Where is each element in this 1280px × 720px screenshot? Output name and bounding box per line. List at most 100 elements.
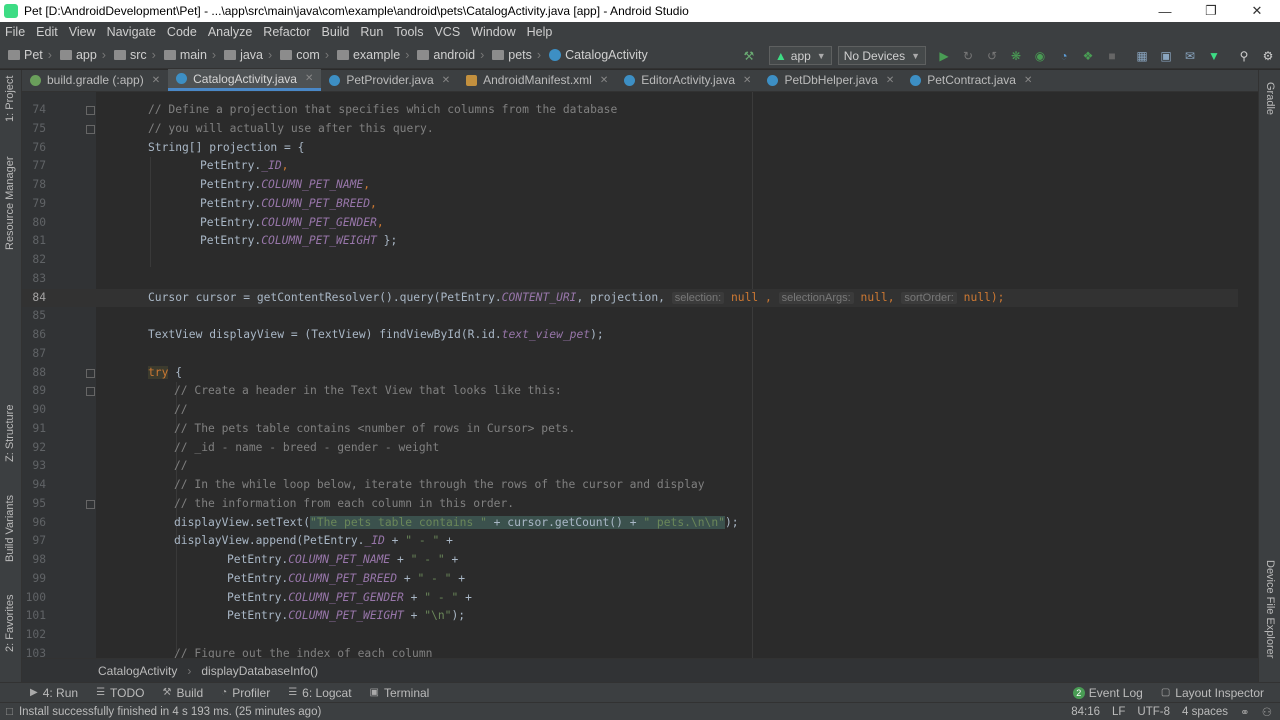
fold-marker-icon[interactable] bbox=[86, 499, 95, 509]
tool-resource-manager[interactable]: Resource Manager bbox=[4, 156, 16, 250]
tool-gradle[interactable]: Gradle bbox=[1264, 82, 1276, 115]
debug-bug-icon[interactable]: ❋ bbox=[1008, 48, 1024, 64]
tab-petcontract[interactable]: PetContract.java ✕ bbox=[902, 69, 1040, 91]
search-icon[interactable]: ⚲ bbox=[1236, 48, 1252, 64]
stop-icon[interactable]: ■ bbox=[1104, 48, 1120, 64]
close-window-button[interactable]: ✕ bbox=[1234, 3, 1280, 19]
breadcrumb-example[interactable]: example › bbox=[329, 48, 409, 62]
close-icon[interactable]: ✕ bbox=[1024, 75, 1032, 86]
breadcrumb-pet[interactable]: Pet › bbox=[0, 48, 52, 62]
close-icon[interactable]: ✕ bbox=[600, 75, 608, 86]
tool-todo[interactable]: ☰ TODO bbox=[96, 686, 144, 700]
settings-gear-icon[interactable]: ⚙ bbox=[1260, 48, 1276, 64]
menu-window[interactable]: Window bbox=[466, 25, 521, 39]
menu-navigate[interactable]: Navigate bbox=[102, 25, 162, 39]
code-line: 79 PetEntry.COLUMN_PET_BREED, bbox=[32, 196, 377, 210]
tab-catalogactivity[interactable]: CatalogActivity.java ✕ bbox=[168, 69, 322, 91]
run-config-select[interactable]: ▲ app ▼ bbox=[768, 46, 832, 65]
tab-petdbhelper[interactable]: PetDbHelper.java ✕ bbox=[759, 69, 902, 91]
code-breadcrumb-method[interactable]: displayDatabaseInfo() bbox=[201, 664, 318, 678]
menu-view[interactable]: View bbox=[64, 25, 102, 39]
status-message[interactable]: Install successfully finished in 4 s 193… bbox=[19, 706, 321, 718]
tool-build[interactable]: ⚒ Build bbox=[162, 686, 203, 700]
close-icon[interactable]: ✕ bbox=[743, 75, 751, 86]
breadcrumb-catalogactivity[interactable]: CatalogActivity bbox=[541, 48, 648, 62]
tool-structure[interactable]: Z: Structure bbox=[4, 405, 16, 462]
param-hint-selectionargs: selectionArgs: bbox=[778, 291, 854, 304]
maximize-button[interactable]: ❐ bbox=[1188, 3, 1234, 19]
indent-setting[interactable]: 4 spaces bbox=[1182, 706, 1228, 718]
tool-run[interactable]: ▶ 4: Run bbox=[30, 686, 78, 700]
menu-run[interactable]: Run bbox=[355, 25, 389, 39]
event-log-badge: 2 bbox=[1072, 686, 1085, 699]
tool-window-bar: ▶ 4: Run ☰ TODO ⚒ Build ◔ Profiler ☰ 6: Logca… bbox=[0, 682, 1280, 702]
make-project-hammer-icon[interactable]: ⚒ bbox=[741, 48, 757, 64]
attach-debugger-icon[interactable]: ❖ bbox=[1080, 48, 1096, 64]
menu-code[interactable]: Code bbox=[162, 25, 203, 39]
tool-event-log[interactable]: 2 Event Log bbox=[1072, 686, 1143, 700]
menu-edit[interactable]: Edit bbox=[31, 25, 64, 39]
tab-petprovider[interactable]: PetProvider.java ✕ bbox=[321, 69, 458, 91]
line-separator[interactable]: LF bbox=[1112, 706, 1125, 718]
layout-inspector-icon: ▢ bbox=[1160, 687, 1171, 698]
minimize-button[interactable]: — bbox=[1142, 4, 1188, 19]
tool-device-file-explorer[interactable]: Device File Explorer bbox=[1264, 560, 1276, 658]
close-icon[interactable]: ✕ bbox=[442, 75, 450, 86]
breadcrumb-main[interactable]: main › bbox=[156, 48, 216, 62]
file-encoding[interactable]: UTF-8 bbox=[1137, 706, 1170, 718]
tab-editoractivity[interactable]: EditorActivity.java ✕ bbox=[616, 69, 759, 91]
breadcrumb-java[interactable]: java › bbox=[216, 48, 272, 62]
tab-build-gradle[interactable]: build.gradle (:app) ✕ bbox=[22, 69, 168, 91]
tool-terminal[interactable]: ▣ Terminal bbox=[370, 686, 430, 700]
menu-help[interactable]: Help bbox=[522, 25, 559, 39]
run-coverage-icon[interactable]: ◉ bbox=[1032, 48, 1048, 64]
menu-analyze[interactable]: Analyze bbox=[203, 25, 258, 39]
project-structure-icon[interactable]: ▦ bbox=[1134, 48, 1150, 64]
tool-logcat[interactable]: ☰ 6: Logcat bbox=[288, 686, 351, 700]
class-icon bbox=[176, 73, 188, 84]
code-breadcrumb-class[interactable]: CatalogActivity bbox=[98, 664, 177, 678]
menu-tools[interactable]: Tools bbox=[389, 25, 429, 39]
tool-layout-inspector[interactable]: ▢ Layout Inspector bbox=[1161, 686, 1264, 700]
sync-gradle-icon[interactable]: ✉ bbox=[1182, 48, 1198, 64]
close-icon[interactable]: ✕ bbox=[152, 75, 160, 86]
fold-marker-icon[interactable] bbox=[86, 106, 95, 115]
hammer-icon: ⚒ bbox=[162, 687, 172, 698]
fold-marker-icon[interactable] bbox=[86, 387, 95, 397]
tool-profiler[interactable]: ◔ Profiler bbox=[221, 686, 270, 700]
tab-androidmanifest[interactable]: AndroidManifest.xml ✕ bbox=[458, 69, 616, 91]
folder-icon bbox=[492, 50, 505, 60]
avd-manager-icon[interactable]: ▣ bbox=[1158, 48, 1174, 64]
main-toolbar: ⚒ ▲ app ▼ No Devices ▼ ▶ ↻ ↺ ❋ ◉ ◔ ❖ ■ ▦ ▣ … bbox=[737, 42, 1280, 69]
sdk-manager-icon[interactable]: ▼ bbox=[1206, 48, 1222, 64]
menu-vcs[interactable]: VCS bbox=[429, 25, 466, 39]
breadcrumb-com[interactable]: com › bbox=[272, 48, 329, 62]
close-icon[interactable]: ✕ bbox=[305, 73, 313, 84]
lock-icon[interactable]: ⚭ bbox=[1240, 705, 1250, 719]
status-toggle-icon[interactable]: □ bbox=[6, 706, 13, 718]
tool-build-variants[interactable]: Build Variants bbox=[4, 495, 16, 562]
breadcrumb-app[interactable]: app › bbox=[52, 48, 106, 62]
menu-refactor[interactable]: Refactor bbox=[258, 25, 316, 39]
fold-marker-icon[interactable] bbox=[86, 124, 95, 134]
inspector-icon[interactable]: ⚇ bbox=[1262, 705, 1272, 719]
profiler-gauge-icon[interactable]: ◔ bbox=[1056, 48, 1072, 64]
close-icon[interactable]: ✕ bbox=[886, 75, 894, 86]
device-select[interactable]: No Devices ▼ bbox=[837, 46, 926, 65]
fold-marker-icon[interactable] bbox=[86, 368, 95, 378]
breadcrumb-src[interactable]: src › bbox=[106, 48, 156, 62]
status-bar: □ Install successfully finished in 4 s 1… bbox=[0, 702, 1280, 720]
menu-file[interactable]: File bbox=[0, 25, 31, 39]
breadcrumb-pets[interactable]: pets › bbox=[484, 48, 541, 62]
tool-favorites[interactable]: 2: Favorites bbox=[4, 595, 16, 652]
caret-position[interactable]: 84:16 bbox=[1071, 706, 1100, 718]
code-editor[interactable]: 74// Define a projection that specifies … bbox=[22, 92, 1238, 658]
breadcrumb-android[interactable]: android › bbox=[409, 48, 484, 62]
apply-changes-icon[interactable]: ↻ bbox=[960, 48, 976, 64]
folder-icon bbox=[336, 50, 349, 60]
apply-code-changes-icon[interactable]: ↺ bbox=[984, 48, 1000, 64]
code-line: 89// Create a header in the Text View th… bbox=[32, 384, 562, 398]
menu-build[interactable]: Build bbox=[317, 25, 356, 39]
run-play-icon[interactable]: ▶ bbox=[936, 48, 952, 64]
tool-project[interactable]: 1: Project bbox=[4, 76, 16, 122]
